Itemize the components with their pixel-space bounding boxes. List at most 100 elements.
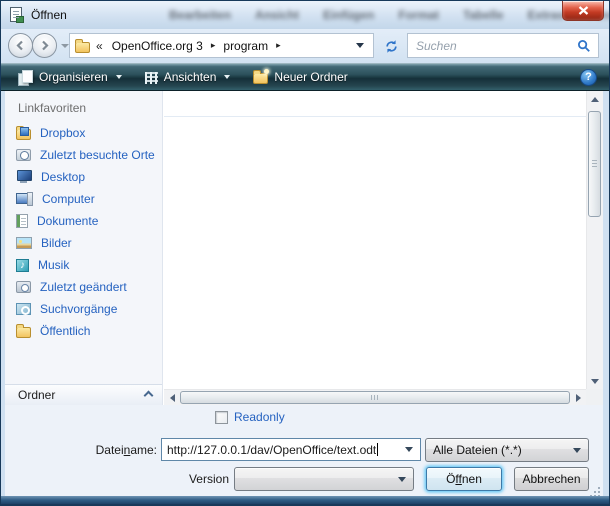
open-button[interactable]: Öffnen [426, 467, 502, 491]
close-icon [578, 6, 589, 15]
forward-button[interactable] [32, 33, 57, 58]
command-toolbar: Organisieren Ansichten Neuer Ordner ? [1, 63, 609, 91]
scroll-up-icon [591, 97, 599, 102]
sidebar-item[interactable]: Musik [5, 254, 162, 276]
breadcrumb-folder-icon [75, 42, 90, 53]
sidebar-item[interactable]: Dokumente [5, 210, 162, 232]
sidebar-item[interactable]: Zuletzt geändert [5, 276, 162, 298]
background-menu-item: Einfügen [323, 8, 374, 22]
sidebar-item-label: Dokumente [37, 214, 98, 228]
dialog-icon [10, 7, 22, 22]
toolbar-button[interactable]: Ansichten [136, 66, 240, 88]
navigation-bar: « OpenOffice.org 3▸program▸ [1, 29, 609, 63]
dialog-form-area: Readonly Dateiname: http://127.0.0.1/dav… [5, 405, 603, 498]
readonly-label: Readonly [234, 410, 285, 424]
breadcrumb-overflow-chevron[interactable]: « [96, 39, 103, 53]
toolbar-button[interactable]: Neuer Ordner [244, 66, 356, 88]
breadcrumb-segments: OpenOffice.org 3▸program▸ [107, 39, 284, 53]
close-button[interactable] [562, 1, 604, 21]
address-breadcrumb[interactable]: « OpenOffice.org 3▸program▸ [69, 33, 374, 58]
filename-dropdown-arrow-icon[interactable] [405, 447, 413, 452]
readonly-checkbox[interactable] [215, 411, 228, 424]
filename-input[interactable]: http://127.0.0.1/dav/OpenOffice/text.odt [161, 438, 421, 461]
help-icon: ? [585, 71, 592, 83]
documents-icon [16, 214, 28, 228]
back-arrow-icon [15, 40, 26, 51]
address-dropdown-arrow-icon[interactable] [356, 43, 364, 48]
toolbar-button[interactable]: Organisieren [9, 66, 131, 88]
filename-label: Dateiname: [5, 443, 157, 457]
sidebar-items: Dropbox Zuletzt besuchte Orte Desktop Co… [5, 122, 162, 342]
back-button[interactable] [8, 33, 33, 58]
filetype-combobox[interactable]: Alle Dateien (*.*) [425, 438, 589, 462]
sidebar-item[interactable]: Bilder [5, 232, 162, 254]
filetype-value: Alle Dateien (*.*) [426, 443, 522, 457]
breadcrumb-segment[interactable]: program [218, 39, 273, 53]
scrollbar-corner [586, 389, 603, 405]
scroll-left-icon [170, 394, 175, 402]
forward-arrow-icon [39, 40, 50, 51]
pictures-icon [16, 237, 32, 249]
scroll-up-button[interactable] [587, 91, 603, 107]
sidebar-item[interactable]: Dropbox [5, 122, 162, 144]
sidebar-item-label: Zuletzt besuchte Orte [40, 148, 155, 162]
file-rows [164, 117, 586, 389]
folders-expander[interactable]: Ordner [5, 384, 162, 405]
sidebar-item-label: Musik [38, 258, 69, 272]
dropdown-arrow-icon [224, 75, 230, 79]
version-dropdown-arrow-icon [398, 477, 406, 482]
computer-icon [16, 192, 33, 206]
background-menu-item: Tabelle [463, 8, 503, 22]
sidebar-item-label: Computer [42, 192, 95, 206]
search-icon[interactable] [577, 39, 591, 53]
breadcrumb-separator-icon: ▸ [273, 40, 284, 51]
dropdown-arrow-icon [116, 75, 122, 79]
sidebar-item-label: Desktop [41, 170, 85, 184]
sidebar-item-label: Öffentlich [40, 324, 90, 338]
favorites-sidebar: Linkfavoriten Dropbox Zuletzt besuchte O… [5, 91, 163, 405]
scroll-right-button[interactable] [570, 390, 586, 405]
sidebar-item[interactable]: Zuletzt besuchte Orte [5, 144, 162, 166]
horizontal-scrollbar-thumb[interactable] [180, 391, 570, 404]
help-button[interactable]: ? [580, 69, 597, 86]
scroll-down-icon [591, 379, 599, 384]
filetype-dropdown-arrow-icon [573, 448, 581, 453]
scroll-down-button[interactable] [587, 373, 603, 389]
main-content: Linkfavoriten Dropbox Zuletzt besuchte O… [5, 91, 603, 405]
toolbar-button-label: Ansichten [164, 70, 217, 84]
sidebar-item-label: Zuletzt geändert [40, 280, 127, 294]
sidebar-item[interactable]: Desktop [5, 166, 162, 188]
sidebar-item[interactable]: Suchvorgänge [5, 298, 162, 320]
toolbar-button-label: Organisieren [39, 70, 108, 84]
version-combobox[interactable] [234, 467, 414, 491]
breadcrumb-separator-icon: ▸ [208, 40, 219, 51]
sidebar-item-label: Bilder [41, 236, 72, 250]
history-dropdown-chevron-icon[interactable] [61, 44, 69, 48]
horizontal-scrollbar[interactable] [164, 389, 586, 405]
background-menu-blur: BearbeitenAnsichtEinfügenFormatTabelleEx… [169, 8, 610, 22]
open-file-dialog: BearbeitenAnsichtEinfügenFormatTabelleEx… [0, 0, 610, 506]
scroll-right-icon [576, 394, 581, 402]
scroll-left-button[interactable] [164, 390, 180, 405]
filename-value: http://127.0.0.1/dav/OpenOffice/text.odt [162, 443, 376, 457]
breadcrumb-segment[interactable]: OpenOffice.org 3 [107, 39, 208, 53]
sidebar-item[interactable]: Computer [5, 188, 162, 210]
background-menu-item: Extras [528, 8, 565, 22]
background-menu-item: Ansicht [255, 8, 299, 22]
sidebar-item-label: Dropbox [40, 126, 85, 140]
vertical-scrollbar-thumb[interactable] [588, 111, 601, 217]
dialog-title: Öffnen [31, 8, 67, 22]
search-input[interactable] [408, 39, 577, 53]
version-label: Version [5, 472, 229, 486]
recent-places-icon [16, 149, 31, 161]
cancel-button[interactable]: Abbrechen [514, 467, 589, 491]
text-cursor [377, 443, 378, 456]
toolbar-button-label: Neuer Ordner [274, 70, 347, 84]
organize-icon [18, 70, 33, 85]
column-header-row [164, 91, 586, 117]
refresh-button[interactable] [380, 35, 402, 57]
dropbox-icon [16, 129, 31, 140]
sidebar-item[interactable]: Öffentlich [5, 320, 162, 342]
recently-changed-icon [16, 281, 31, 293]
vertical-scrollbar[interactable] [586, 91, 603, 389]
